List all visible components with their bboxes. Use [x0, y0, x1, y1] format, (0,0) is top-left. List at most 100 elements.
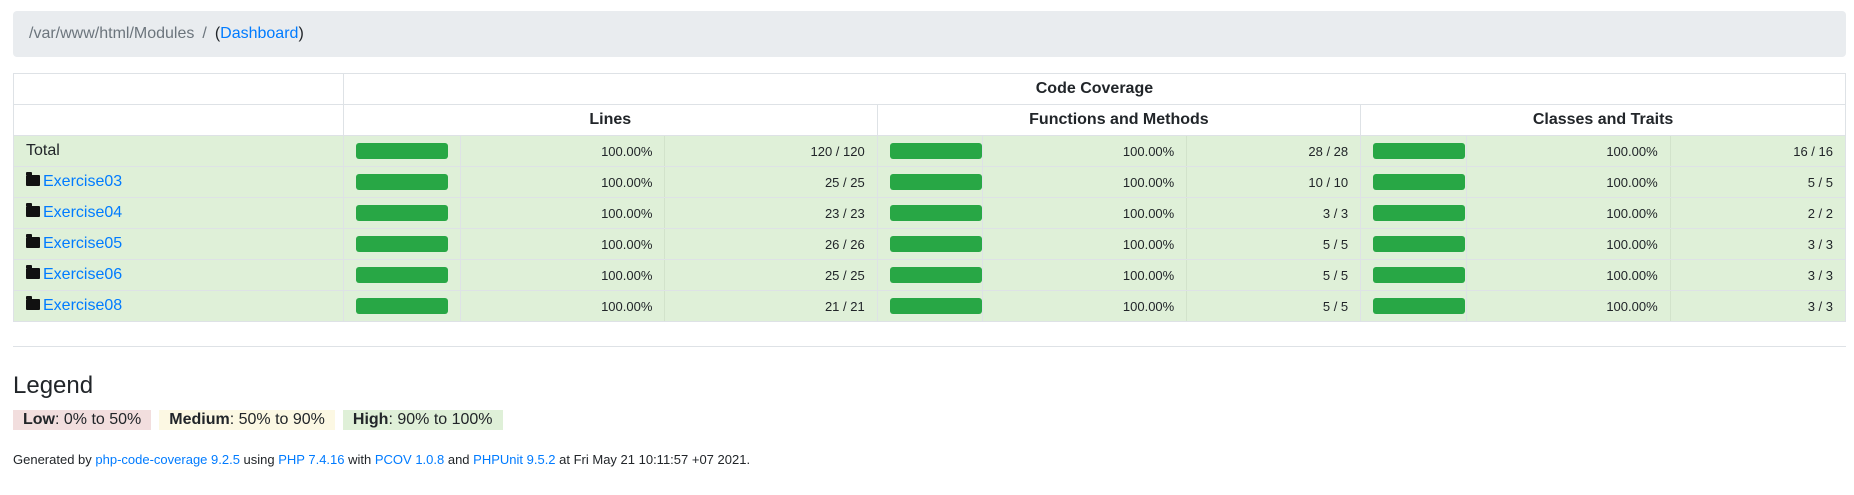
row-name-cell: Exercise04 [13, 197, 344, 229]
classes-progress-bar [1373, 267, 1466, 283]
php-code-coverage-link[interactable]: php-code-coverage 9.2.5 [95, 452, 240, 467]
table-row: Total 100.00% 120 / 120 100.00% 28 / 28 100.0… [13, 135, 1847, 167]
classes-bar-cell [1360, 166, 1467, 198]
module-link[interactable]: Exercise08 [43, 297, 122, 314]
functions-percent: 100.00% [982, 135, 1188, 167]
classes-progress-fill [1373, 267, 1466, 283]
functions-progress-fill [889, 298, 982, 314]
classes-progress-bar [1373, 236, 1466, 252]
lines-progress-bar [355, 298, 448, 314]
header-classes: Classes and Traits [1360, 104, 1846, 136]
lines-bar-cell [342, 166, 462, 198]
classes-bar-cell [1360, 197, 1467, 229]
lines-percent: 100.00% [460, 290, 666, 322]
classes-bar-cell [1360, 259, 1467, 291]
classes-ratio: 3 / 3 [1669, 290, 1847, 322]
header-empty [13, 73, 344, 105]
lines-percent: 100.00% [460, 259, 666, 291]
classes-progress-fill [1373, 143, 1466, 159]
classes-bar-cell [1360, 135, 1467, 167]
legend-medium-label: Medium [169, 411, 230, 428]
classes-percent: 100.00% [1465, 135, 1671, 167]
legend-low-label: Low [23, 411, 55, 428]
table-row: Exercise04 100.00% 23 / 23 100.00% 3 / 3 100.… [13, 197, 1847, 229]
lines-progress-bar [355, 143, 448, 159]
coverage-body: Total 100.00% 120 / 120 100.00% 28 / 28 100.0… [13, 135, 1847, 322]
classes-percent: 100.00% [1465, 166, 1671, 198]
footer-timestamp: at Fri May 21 10:11:57 +07 2021. [555, 452, 751, 467]
module-link[interactable]: Exercise03 [43, 173, 122, 190]
lines-bar-cell [342, 135, 462, 167]
classes-progress-fill [1373, 236, 1466, 252]
lines-bar-cell [342, 228, 462, 260]
functions-percent: 100.00% [982, 259, 1188, 291]
module-link[interactable]: Exercise04 [43, 204, 122, 221]
pcov-link[interactable]: PCOV 1.0.8 [375, 452, 444, 467]
lines-progress-fill [355, 143, 448, 159]
functions-progress-fill [889, 205, 982, 221]
header-row-columns: Lines Functions and Methods Classes and … [13, 104, 1846, 136]
header-code-coverage: Code Coverage [342, 73, 1847, 105]
dashboard-link[interactable]: Dashboard [220, 25, 298, 43]
classes-ratio: 2 / 2 [1669, 197, 1847, 229]
lines-bar-cell [342, 197, 462, 229]
footer-with: with [344, 452, 375, 467]
row-name-cell: Exercise06 [13, 259, 344, 291]
functions-bar-cell [876, 290, 984, 322]
header-functions: Functions and Methods [876, 104, 1362, 136]
lines-ratio: 26 / 26 [664, 228, 878, 260]
functions-progress-bar [889, 298, 982, 314]
lines-ratio: 23 / 23 [664, 197, 878, 229]
table-row: Exercise03 100.00% 25 / 25 100.00% 10 / 10 10… [13, 166, 1847, 198]
coverage-table: Code Coverage Lines Functions and Method… [13, 73, 1847, 322]
lines-progress-fill [355, 174, 448, 190]
table-row: Exercise05 100.00% 26 / 26 100.00% 5 / 5 100.… [13, 228, 1847, 260]
php-link[interactable]: PHP 7.4.16 [278, 452, 344, 467]
legend-medium: Medium: 50% to 90% [159, 410, 335, 430]
module-link[interactable]: Exercise06 [43, 266, 122, 283]
header-lines: Lines [342, 104, 878, 136]
legend-medium-range: : 50% to 90% [229, 411, 325, 428]
folder-icon [26, 296, 40, 311]
functions-percent: 100.00% [982, 197, 1188, 229]
total-label: Total [26, 141, 60, 159]
functions-progress-bar [889, 174, 982, 190]
lines-progress-bar [355, 174, 448, 190]
legend-low-range: : 0% to 50% [55, 411, 142, 428]
classes-bar-cell [1360, 228, 1467, 260]
functions-ratio: 5 / 5 [1186, 290, 1362, 322]
functions-ratio: 5 / 5 [1186, 259, 1362, 291]
header-empty-2 [13, 104, 344, 136]
lines-ratio: 120 / 120 [664, 135, 878, 167]
footer: Generated by php-code-coverage 9.2.5 usi… [13, 452, 750, 467]
legend-high-range: : 90% to 100% [388, 411, 493, 428]
footer-generated-by: Generated by [13, 452, 96, 467]
lines-bar-cell [342, 259, 462, 291]
table-row: Exercise08 100.00% 21 / 21 100.00% 5 / 5 100.… [13, 290, 1847, 322]
breadcrumb-close-paren: ) [298, 25, 304, 42]
legend-high: High: 90% to 100% [342, 410, 503, 430]
lines-progress-fill [355, 205, 448, 221]
lines-percent: 100.00% [460, 166, 666, 198]
classes-percent: 100.00% [1465, 228, 1671, 260]
functions-percent: 100.00% [982, 166, 1188, 198]
classes-progress-fill [1373, 174, 1466, 190]
functions-progress-fill [889, 236, 982, 252]
folder-icon [26, 265, 40, 280]
folder-icon [26, 172, 40, 187]
classes-percent: 100.00% [1465, 290, 1671, 322]
row-name-cell: Exercise03 [13, 166, 344, 198]
module-link[interactable]: Exercise05 [43, 235, 122, 252]
functions-progress-bar [889, 267, 982, 283]
functions-ratio: 10 / 10 [1186, 166, 1362, 198]
lines-bar-cell [342, 290, 462, 322]
functions-progress-fill [889, 143, 982, 159]
functions-progress-bar [889, 236, 982, 252]
functions-progress-fill [889, 174, 982, 190]
phpunit-link[interactable]: PHPUnit 9.5.2 [473, 452, 555, 467]
functions-progress-bar [889, 143, 982, 159]
classes-progress-bar [1373, 143, 1466, 159]
classes-progress-fill [1373, 298, 1466, 314]
folder-icon [26, 203, 40, 218]
footer-and: and [444, 452, 474, 467]
